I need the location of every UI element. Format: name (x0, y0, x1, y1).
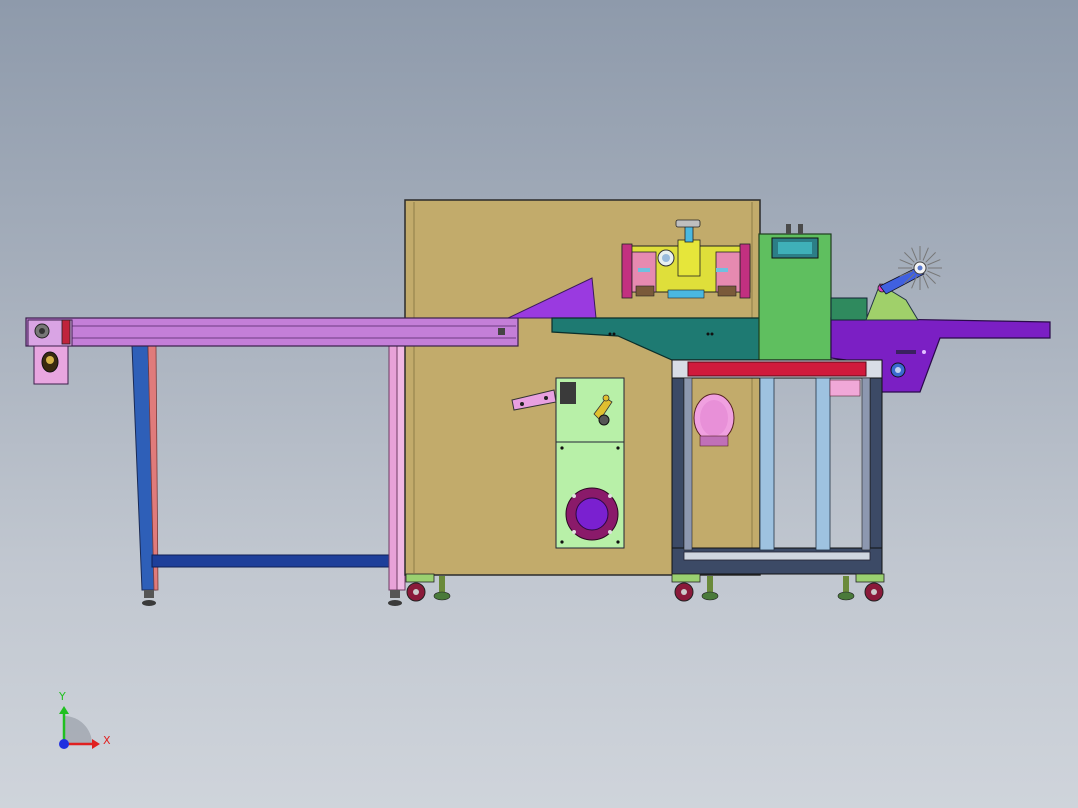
blade-carrier (677, 239, 701, 277)
hmi-box[interactable] (758, 224, 832, 361)
drive-pulley-hub (39, 328, 45, 334)
hmi-screen-display (778, 242, 812, 254)
adjust-screw (684, 225, 694, 243)
cabinet-label-plate (829, 379, 861, 397)
conveyor-end-block (498, 328, 505, 335)
bolt (706, 332, 710, 336)
stand-leg-right-back (396, 345, 406, 591)
mount-block (560, 382, 576, 404)
caster-group[interactable] (405, 573, 885, 602)
cabinet-top-bar (687, 361, 867, 377)
flange-bolt (572, 530, 576, 534)
bolt (608, 332, 612, 336)
bolt (612, 332, 616, 336)
motor-shaft (46, 356, 54, 364)
x-arrow-icon (92, 739, 100, 749)
leveling-foot-icon (701, 576, 719, 601)
coordinate-triad[interactable]: X Y (58, 690, 111, 749)
triad-plane-icon (64, 716, 92, 744)
leveling-foot-icon (837, 576, 855, 601)
x-axis-label: X (103, 734, 111, 747)
motor-flange-center (575, 497, 609, 531)
blade-guide (667, 289, 705, 299)
arm-bolt (520, 402, 524, 406)
machine-model[interactable]: X Y (0, 0, 1078, 808)
plate-bolt (560, 446, 564, 450)
cabinet-post-right (869, 359, 883, 575)
cad-viewport[interactable]: X Y (0, 0, 1078, 808)
caster-wheel-icon (855, 573, 885, 602)
eccentric-nut (598, 414, 610, 426)
gauge-dial (662, 254, 670, 262)
stand-leg-right (388, 345, 398, 591)
flange-bolt (608, 530, 612, 534)
cabinet-inner-left (683, 377, 693, 551)
plate-bolt (616, 446, 620, 450)
arm-bolt-2 (544, 396, 548, 400)
flange-bolt (572, 494, 576, 498)
antenna-left (786, 224, 791, 234)
wheel-center (917, 265, 923, 271)
caster-wheel-icon (405, 573, 435, 602)
y-arrow-icon (59, 706, 69, 714)
adjust-knob (675, 219, 701, 228)
cabinet-brace-2 (815, 377, 831, 551)
cutter-side-block-right (739, 243, 751, 299)
bolt (710, 332, 714, 336)
cabinet-post-left (671, 359, 685, 575)
cutter-side-block-left (621, 243, 633, 299)
pump-body (700, 400, 728, 436)
pump-base (699, 435, 729, 447)
brush-wheel-icon[interactable] (898, 246, 942, 290)
cabinet-brace-1 (759, 377, 775, 551)
caster-wheel-icon (671, 573, 701, 602)
stand-crossbar (151, 554, 393, 568)
slot (896, 350, 916, 354)
outfeed-bearing-hub (895, 367, 901, 373)
y-axis-label: Y (58, 690, 66, 703)
leveling-foot-left (144, 590, 154, 598)
sensor-right (716, 268, 728, 272)
z-axis-icon (59, 739, 69, 749)
cylinder-base-left (635, 285, 655, 297)
plate-bolt (560, 540, 564, 544)
sensor-left (638, 268, 650, 272)
cylinder-base-right (717, 285, 737, 297)
leveling-foot-icon (433, 576, 451, 601)
drive-end-clamp (61, 319, 71, 345)
leveling-pad-left (142, 600, 156, 606)
slot-bolt (922, 350, 926, 354)
flange-bolt (608, 494, 612, 498)
conveyor-rail (25, 317, 519, 347)
infeed-stand[interactable] (131, 345, 406, 606)
cabinet-bottom-shelf (683, 551, 871, 561)
leveling-foot-right (390, 590, 400, 598)
outfeed-plate (830, 297, 868, 321)
plate-bolt (616, 540, 620, 544)
cabinet-inner-right (861, 377, 871, 551)
eccentric-top (602, 394, 610, 402)
leveling-pad-right (388, 600, 402, 606)
antenna-right (798, 224, 803, 234)
